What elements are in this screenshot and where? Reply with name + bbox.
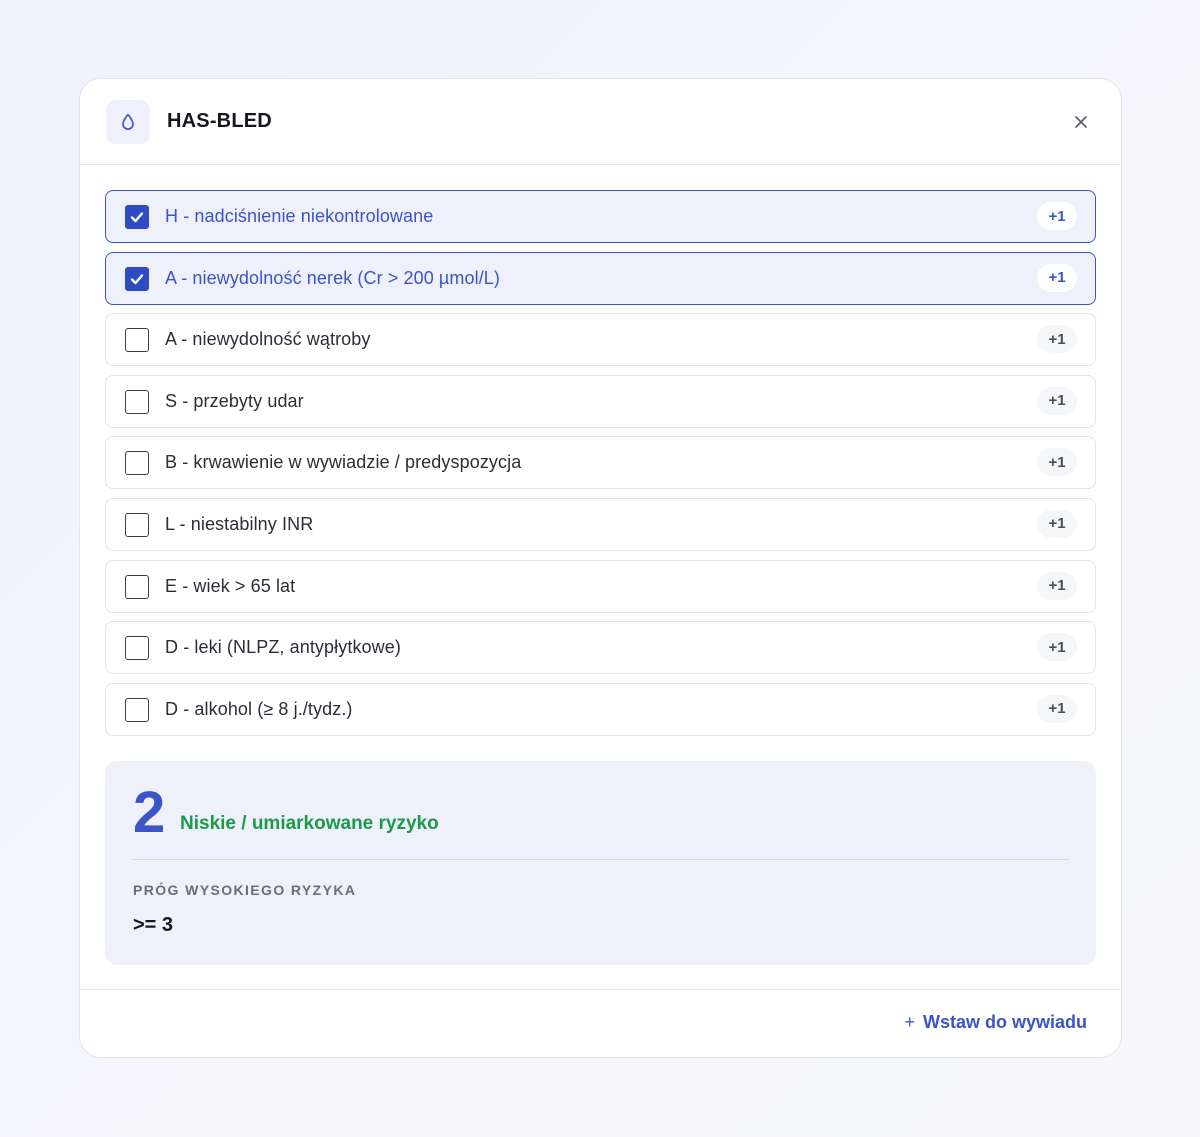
points-badge: +1 — [1037, 633, 1077, 662]
checkbox[interactable] — [125, 389, 149, 414]
result-panel: 2 Niskie / umiarkowane ryzyko PRÓG WYSOK… — [105, 761, 1096, 965]
insert-label: Wstaw do wywiadu — [922, 1012, 1087, 1032]
checkbox[interactable] — [125, 451, 149, 476]
criterion-item[interactable]: B - krwawienie w wywiadzie / predyspozyc… — [105, 436, 1096, 490]
criterion-label: B - krwawienie w wywiadzie / predyspozyc… — [165, 452, 522, 473]
threshold-value: >= 3 — [133, 914, 174, 936]
checkbox[interactable] — [125, 328, 149, 353]
criterion-label: S - przebyty udar — [165, 390, 304, 411]
points-badge: +1 — [1037, 571, 1077, 600]
risk-label: Niskie / umiarkowane ryzyko — [180, 813, 439, 834]
criterion-item[interactable]: H - nadciśnienie niekontrolowane +1 — [105, 190, 1096, 243]
close-icon[interactable] — [1069, 110, 1093, 134]
plus-icon: + — [904, 1012, 915, 1032]
criterion-label: D - alkohol (≥ 8 j./tydz.) — [165, 698, 353, 719]
points-badge: +1 — [1037, 448, 1077, 477]
check-icon — [130, 212, 144, 223]
points-badge: +1 — [1037, 325, 1077, 354]
checkbox[interactable] — [125, 636, 149, 661]
checkbox[interactable] — [125, 205, 149, 229]
criterion-item[interactable]: D - leki (NLPZ, antypłytkowe) +1 — [105, 621, 1096, 675]
criterion-item[interactable]: A - niewydolność nerek (Cr > 200 µmol/L)… — [105, 251, 1096, 305]
points-badge: +1 — [1037, 263, 1077, 292]
points-badge: +1 — [1037, 694, 1077, 723]
points-badge: +1 — [1037, 509, 1077, 538]
threshold-label: PRÓG WYSOKIEGO RYZYKA — [133, 882, 357, 898]
criterion-item[interactable]: A - niewydolność wątroby +1 — [105, 313, 1096, 367]
points-badge: +1 — [1037, 386, 1077, 415]
drop-icon — [106, 99, 150, 144]
checkbox[interactable] — [125, 574, 149, 599]
check-icon — [130, 273, 144, 284]
criteria-list: H - nadciśnienie niekontrolowane +1 A - … — [105, 190, 1096, 744]
criterion-item[interactable]: E - wiek > 65 lat +1 — [105, 559, 1096, 613]
checkbox[interactable] — [125, 512, 149, 537]
dialog-footer: + Wstaw do wywiadu — [80, 989, 1121, 1057]
points-badge: +1 — [1037, 202, 1077, 230]
criterion-label: A - niewydolność wątroby — [165, 329, 371, 350]
criterion-label: D - leki (NLPZ, antypłytkowe) — [165, 637, 401, 658]
criterion-label: H - nadciśnienie niekontrolowane — [165, 206, 434, 226]
criterion-label: L - niestabilny INR — [165, 513, 314, 534]
insert-to-history-button[interactable]: + Wstaw do wywiadu — [904, 1012, 1087, 1033]
criterion-item[interactable]: S - przebyty udar +1 — [105, 374, 1096, 428]
checkbox[interactable] — [125, 697, 149, 722]
checkbox[interactable] — [125, 266, 149, 291]
criterion-item[interactable]: L - niestabilny INR +1 — [105, 497, 1096, 551]
dialog-title: HAS-BLED — [167, 110, 272, 132]
criterion-label: E - wiek > 65 lat — [165, 575, 296, 596]
divider — [132, 859, 1069, 860]
criterion-item[interactable]: D - alkohol (≥ 8 j./tydz.) +1 — [105, 682, 1096, 736]
dialog-header: HAS-BLED — [80, 79, 1121, 165]
has-bled-dialog: HAS-BLED H - nadciśnienie niekontrolowan… — [79, 78, 1122, 1058]
score-value: 2 — [133, 780, 166, 845]
criterion-label: A - niewydolność nerek (Cr > 200 µmol/L) — [165, 267, 501, 288]
